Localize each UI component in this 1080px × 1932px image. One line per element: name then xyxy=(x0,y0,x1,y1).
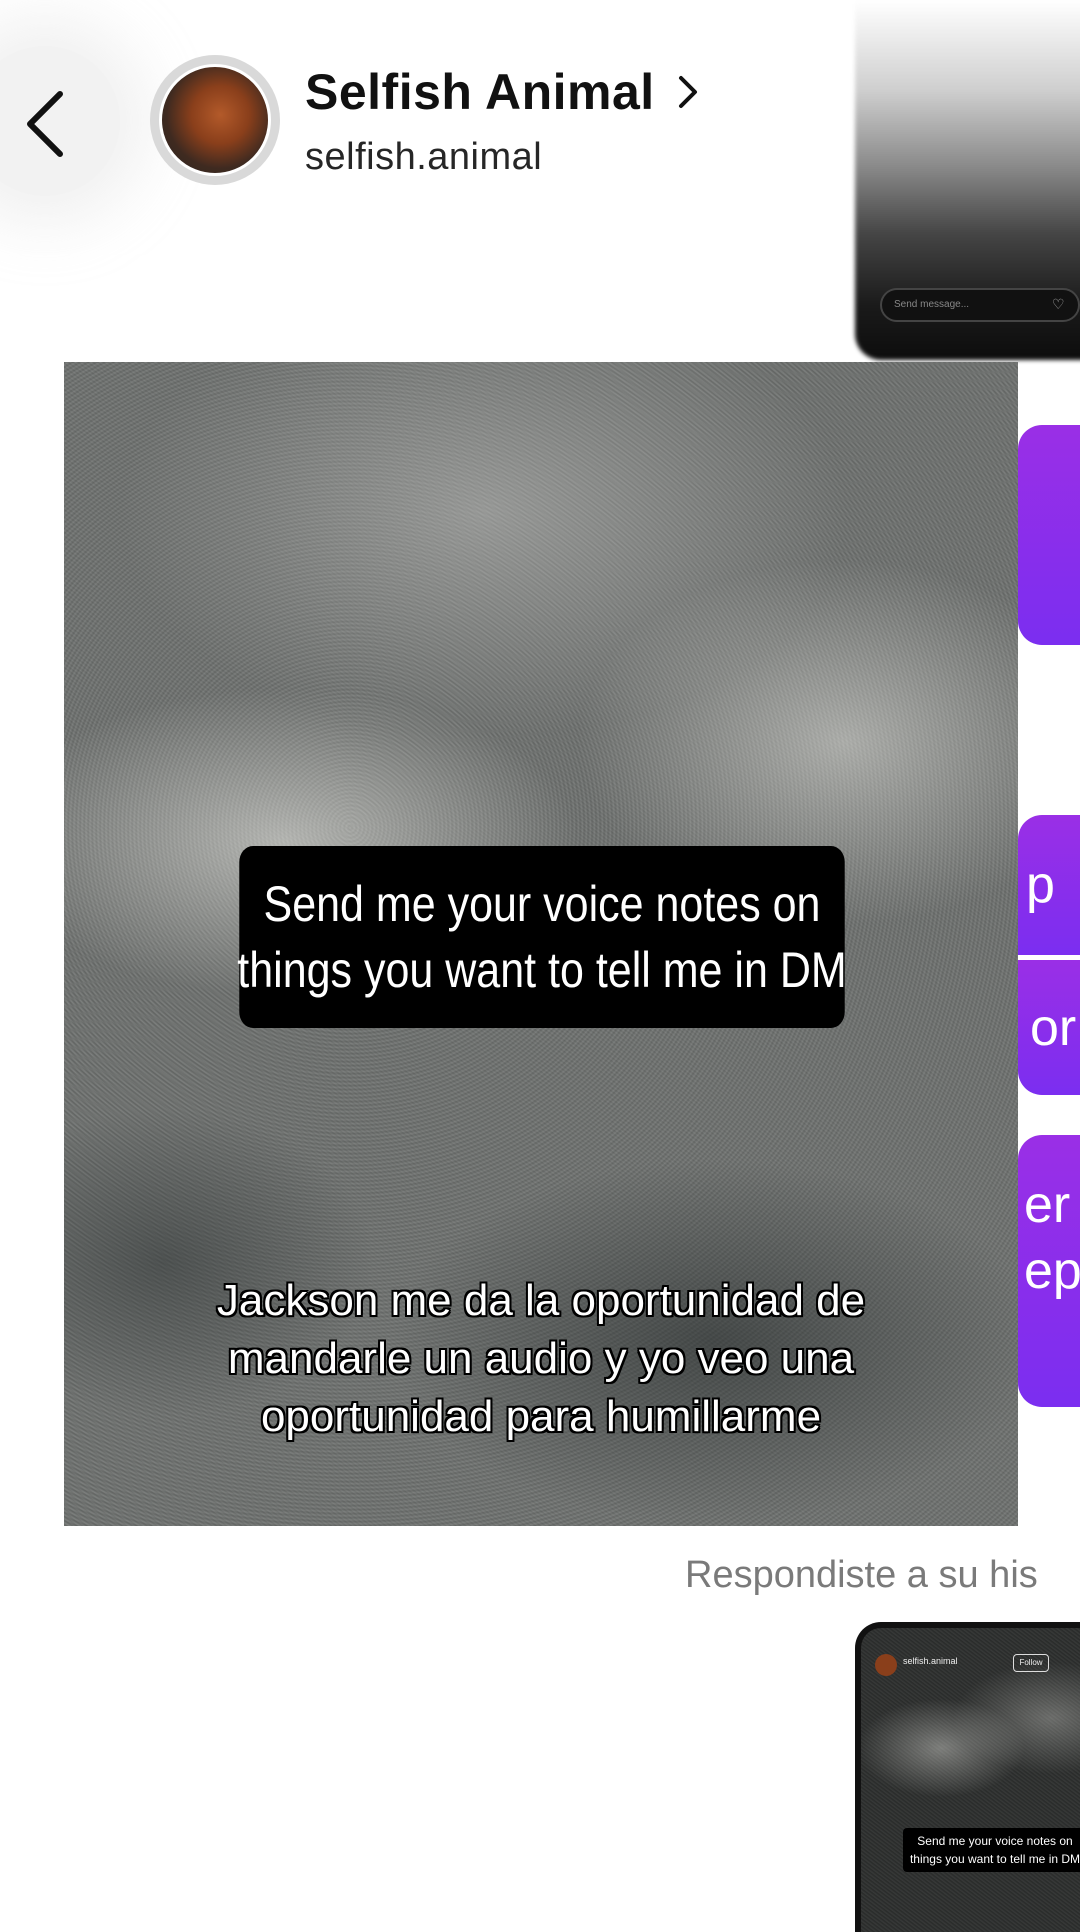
replied-to-story-label: Respondiste a su his xyxy=(685,1554,1038,1596)
caption-line: Send me your voice notes on xyxy=(263,876,821,932)
thumbnail-message-input: Send message... xyxy=(880,288,1080,322)
avatar[interactable] xyxy=(150,55,280,185)
profile-name[interactable]: Selfish Animal xyxy=(305,63,655,121)
bubble-text: er xyxy=(1024,1176,1071,1234)
avatar xyxy=(875,1654,897,1676)
overlay-line: Jackson me da la oportunidad de xyxy=(216,1276,866,1325)
overlay-line: mandarle un audio y yo veo una xyxy=(227,1334,855,1383)
caption-line: things you want to tell me in DM xyxy=(909,1852,1080,1866)
shared-story-thumbnail-bottom[interactable]: selfish.animal Follow Send me your voice… xyxy=(855,1622,1080,1932)
message-bubble-peek-4[interactable]: er ep xyxy=(1018,1135,1080,1407)
heart-icon: ♡ xyxy=(1052,296,1065,312)
chevron-right-icon[interactable] xyxy=(677,74,699,110)
profile-name-row[interactable]: Selfish Animal xyxy=(305,62,699,122)
caption-line: Send me your voice notes on xyxy=(917,1834,1073,1848)
profile-username: selfish.animal xyxy=(305,136,543,178)
video-overlay-text: Jackson me da la oportunidad de mandarle… xyxy=(64,1272,1018,1446)
thumbnail-follow-button: Follow xyxy=(1013,1654,1049,1672)
chevron-left-icon[interactable] xyxy=(22,88,66,160)
overlay-line: oportunidad para humillarme xyxy=(260,1392,822,1441)
thumbnail-caption: Send me your voice notes on things you w… xyxy=(903,1828,1080,1872)
story-reply-media[interactable]: Send me your voice notes on things you w… xyxy=(64,362,1018,1526)
bubble-text: ep xyxy=(1024,1242,1080,1300)
bubble-text: p xyxy=(1026,856,1055,914)
message-bubble-peek-2[interactable]: p xyxy=(1018,815,1080,955)
story-caption: Send me your voice notes on things you w… xyxy=(237,846,847,1028)
thumbnail-username: selfish.animal xyxy=(903,1656,958,1666)
avatar-image xyxy=(159,64,271,176)
bubble-text: or xyxy=(1030,999,1077,1057)
message-bubble-peek-3[interactable]: or xyxy=(1018,960,1080,1095)
caption-line: things you want to tell me in DM xyxy=(237,942,847,998)
message-bubble-peek-1[interactable] xyxy=(1018,425,1080,645)
